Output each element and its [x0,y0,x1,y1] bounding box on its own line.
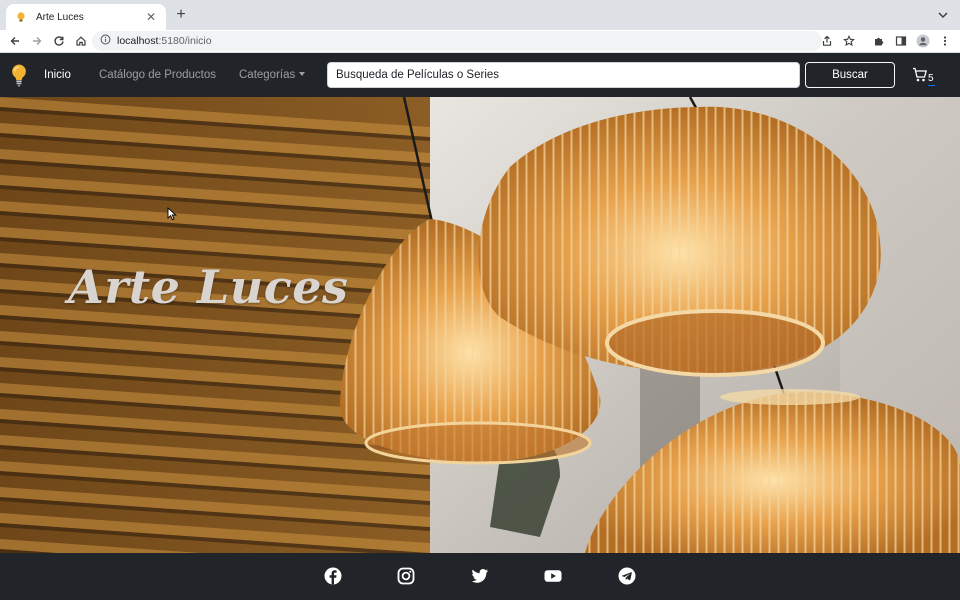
extensions-icon[interactable] [870,32,888,50]
nav-dropdown-label: Categorías [239,69,296,81]
youtube-icon[interactable] [544,567,562,585]
hero-banner: Arte Luces [0,97,960,553]
url-path: :5180/inicio [158,35,212,47]
instagram-icon[interactable] [397,567,415,585]
url-text: localhost:5180/inicio [117,35,212,47]
url-host: localhost [117,35,159,47]
telegram-icon[interactable] [618,567,636,585]
cart-icon [912,67,928,87]
more-menu-icon[interactable] [936,32,954,50]
cart-button[interactable]: 5 [912,67,936,89]
lightbulb-icon[interactable] [8,62,30,88]
mouse-cursor-icon [167,206,177,221]
hero-title: Arte Luces [68,260,349,314]
cart-count-underline [928,85,935,86]
toolbar-actions [818,30,954,52]
search-input[interactable] [327,62,800,88]
site-info-icon[interactable] [100,32,111,50]
tab-title: Arte Luces [36,11,84,23]
footer [0,553,960,600]
close-icon[interactable]: ✕ [144,10,158,24]
new-tab-icon[interactable]: + [172,6,190,24]
tab-search-icon[interactable] [936,8,950,22]
forward-icon[interactable] [26,30,48,52]
cart-count: 5 [928,73,934,84]
browser-toolbar: localhost:5180/inicio [0,30,960,52]
bookmark-star-icon[interactable] [840,32,858,50]
share-icon[interactable] [818,32,836,50]
favicon-bulb-icon [14,10,28,24]
browser-tab[interactable]: Arte Luces ✕ [6,4,166,30]
chevron-down-icon [299,71,306,76]
facebook-icon[interactable] [324,567,342,585]
browser-tabstrip: Arte Luces ✕ + [0,0,960,30]
search-button[interactable]: Buscar [805,62,895,88]
home-icon[interactable] [70,30,92,52]
side-panel-icon[interactable] [892,32,910,50]
twitter-icon[interactable] [471,567,489,585]
profile-icon[interactable] [914,32,932,50]
nav-dropdown-categorias[interactable]: Categorías [239,53,306,97]
address-bar[interactable]: localhost:5180/inicio [92,31,822,51]
nav-link-inicio[interactable]: Inicio [44,53,71,97]
back-icon[interactable] [4,30,26,52]
app-navbar: Inicio Catálogo de Productos Categorías … [0,53,960,97]
nav-link-catalogo[interactable]: Catálogo de Productos [99,53,216,97]
hero-lamps-image [0,97,960,553]
reload-icon[interactable] [48,30,70,52]
